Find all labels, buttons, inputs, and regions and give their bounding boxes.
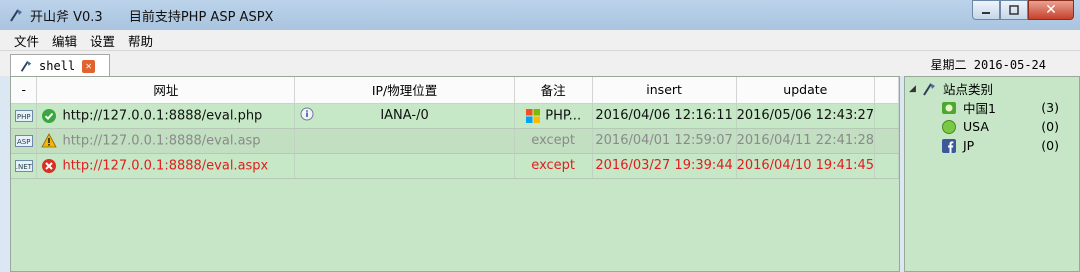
ok-check-icon bbox=[42, 108, 57, 123]
category-tree: ◢ 站点类别 中国1 (3) USA (0) JP (0) bbox=[909, 79, 1077, 155]
row-update-time: 2016/05/06 12:43:27 bbox=[736, 103, 876, 129]
row-ip bbox=[294, 153, 515, 179]
tree-item-china[interactable]: 中国1 (3) bbox=[909, 98, 1077, 117]
tree-item-label: USA bbox=[963, 119, 989, 134]
shell-list: - 网址 IP/物理位置 备注 insert update PHP http:/… bbox=[10, 76, 900, 272]
tree-item-count: (3) bbox=[1041, 100, 1059, 115]
row-note: PHP... bbox=[545, 108, 582, 123]
shell-table: - 网址 IP/物理位置 备注 insert update PHP http:/… bbox=[11, 77, 899, 179]
menu-bar: 文件 编辑 设置 帮助 bbox=[0, 30, 1080, 50]
aspx-file-icon: .NET bbox=[14, 160, 33, 172]
table-row[interactable]: .NET http://127.0.0.1:8888/eval.aspx exc… bbox=[11, 153, 899, 179]
tree-item-count: (0) bbox=[1041, 138, 1059, 153]
column-header-select[interactable]: - bbox=[11, 77, 38, 104]
menu-settings[interactable]: 设置 bbox=[90, 31, 115, 50]
column-header-note[interactable]: 备注 bbox=[514, 77, 593, 104]
table-header-row: - 网址 IP/物理位置 备注 insert update bbox=[11, 77, 899, 104]
row-note: except bbox=[514, 128, 593, 154]
tree-root-label: 站点类别 bbox=[943, 82, 994, 97]
minimize-button[interactable] bbox=[972, 0, 1000, 20]
row-url: http://127.0.0.1:8888/eval.asp bbox=[62, 133, 261, 148]
row-url: http://127.0.0.1:8888/eval.aspx bbox=[62, 158, 269, 173]
tree-item-usa[interactable]: USA (0) bbox=[909, 117, 1077, 136]
app-axe-icon bbox=[10, 9, 22, 22]
column-header-url[interactable]: 网址 bbox=[36, 77, 296, 104]
table-row[interactable]: PHP http://127.0.0.1:8888/eval.php IANA-… bbox=[11, 103, 899, 129]
tree-item-label: 中国1 bbox=[963, 101, 996, 116]
facebook-icon bbox=[942, 138, 956, 153]
green-circle-icon bbox=[942, 119, 956, 134]
tab-close-icon[interactable]: ✕ bbox=[82, 59, 96, 73]
menu-edit[interactable]: 编辑 bbox=[52, 31, 77, 50]
maximize-button[interactable] bbox=[1000, 0, 1028, 20]
maximize-icon bbox=[1009, 5, 1019, 15]
app-window: 开山斧 V0.3 目前支持PHP ASP ASPX ✕ 文件 编辑 设置 帮助 … bbox=[0, 0, 1080, 272]
php-file-icon: PHP bbox=[14, 110, 33, 122]
asp-file-icon: ASP bbox=[14, 135, 33, 147]
menu-help[interactable]: 帮助 bbox=[128, 31, 153, 50]
row-update-time: 2016/04/10 19:41:45 bbox=[736, 153, 876, 179]
window-title-app: 开山斧 V0.3 bbox=[30, 10, 103, 25]
tree-item-count: (0) bbox=[1041, 119, 1059, 134]
row-ip: IANA-/0 bbox=[380, 108, 429, 123]
info-bubble-icon[interactable] bbox=[299, 107, 315, 123]
row-insert-time: 2016/04/01 12:59:07 bbox=[592, 128, 737, 154]
column-header-filler bbox=[874, 77, 899, 104]
row-note: except bbox=[514, 153, 593, 179]
warning-icon bbox=[41, 132, 58, 147]
table-row[interactable]: ASP http://127.0.0.1:8888/eval.asp excep… bbox=[11, 128, 899, 154]
title-bar: 开山斧 V0.3 目前支持PHP ASP ASPX ✕ bbox=[0, 0, 1080, 30]
column-header-update[interactable]: update bbox=[736, 77, 876, 104]
close-icon: ✕ bbox=[1045, 2, 1057, 18]
tree-root[interactable]: ◢ 站点类别 bbox=[909, 79, 1077, 98]
tab-shell-label: shell bbox=[39, 59, 76, 73]
tree-item-jp[interactable]: JP (0) bbox=[909, 136, 1077, 155]
column-header-insert[interactable]: insert bbox=[592, 77, 737, 104]
row-insert-time: 2016/03/27 19:39:44 bbox=[592, 153, 737, 179]
close-button[interactable]: ✕ bbox=[1028, 0, 1074, 20]
app-axe-icon bbox=[20, 60, 32, 72]
row-update-time: 2016/04/11 22:41:28 bbox=[736, 128, 876, 154]
minimize-icon bbox=[982, 12, 990, 14]
windows-logo-icon bbox=[526, 108, 541, 123]
error-icon bbox=[42, 158, 57, 173]
tree-item-label: JP bbox=[963, 138, 975, 153]
date-display: 星期二 2016-05-24 bbox=[930, 58, 1046, 72]
app-axe-icon bbox=[923, 82, 935, 96]
collapse-arrow-icon[interactable]: ◢ bbox=[909, 84, 919, 94]
category-panel: ◢ 站点类别 中国1 (3) USA (0) JP (0) bbox=[904, 76, 1080, 272]
row-ip bbox=[294, 128, 515, 154]
window-title-desc: 目前支持PHP ASP ASPX bbox=[128, 10, 274, 25]
tab-strip: shell ✕ bbox=[0, 50, 1080, 77]
window-title: 开山斧 V0.3 目前支持PHP ASP ASPX bbox=[30, 6, 295, 25]
column-header-ip[interactable]: IP/物理位置 bbox=[294, 77, 515, 104]
menu-file[interactable]: 文件 bbox=[14, 31, 39, 50]
row-url: http://127.0.0.1:8888/eval.php bbox=[62, 108, 263, 123]
tab-shell[interactable]: shell ✕ bbox=[10, 54, 110, 77]
china-flag-icon bbox=[942, 101, 956, 114]
row-insert-time: 2016/04/06 12:16:11 bbox=[592, 103, 737, 129]
